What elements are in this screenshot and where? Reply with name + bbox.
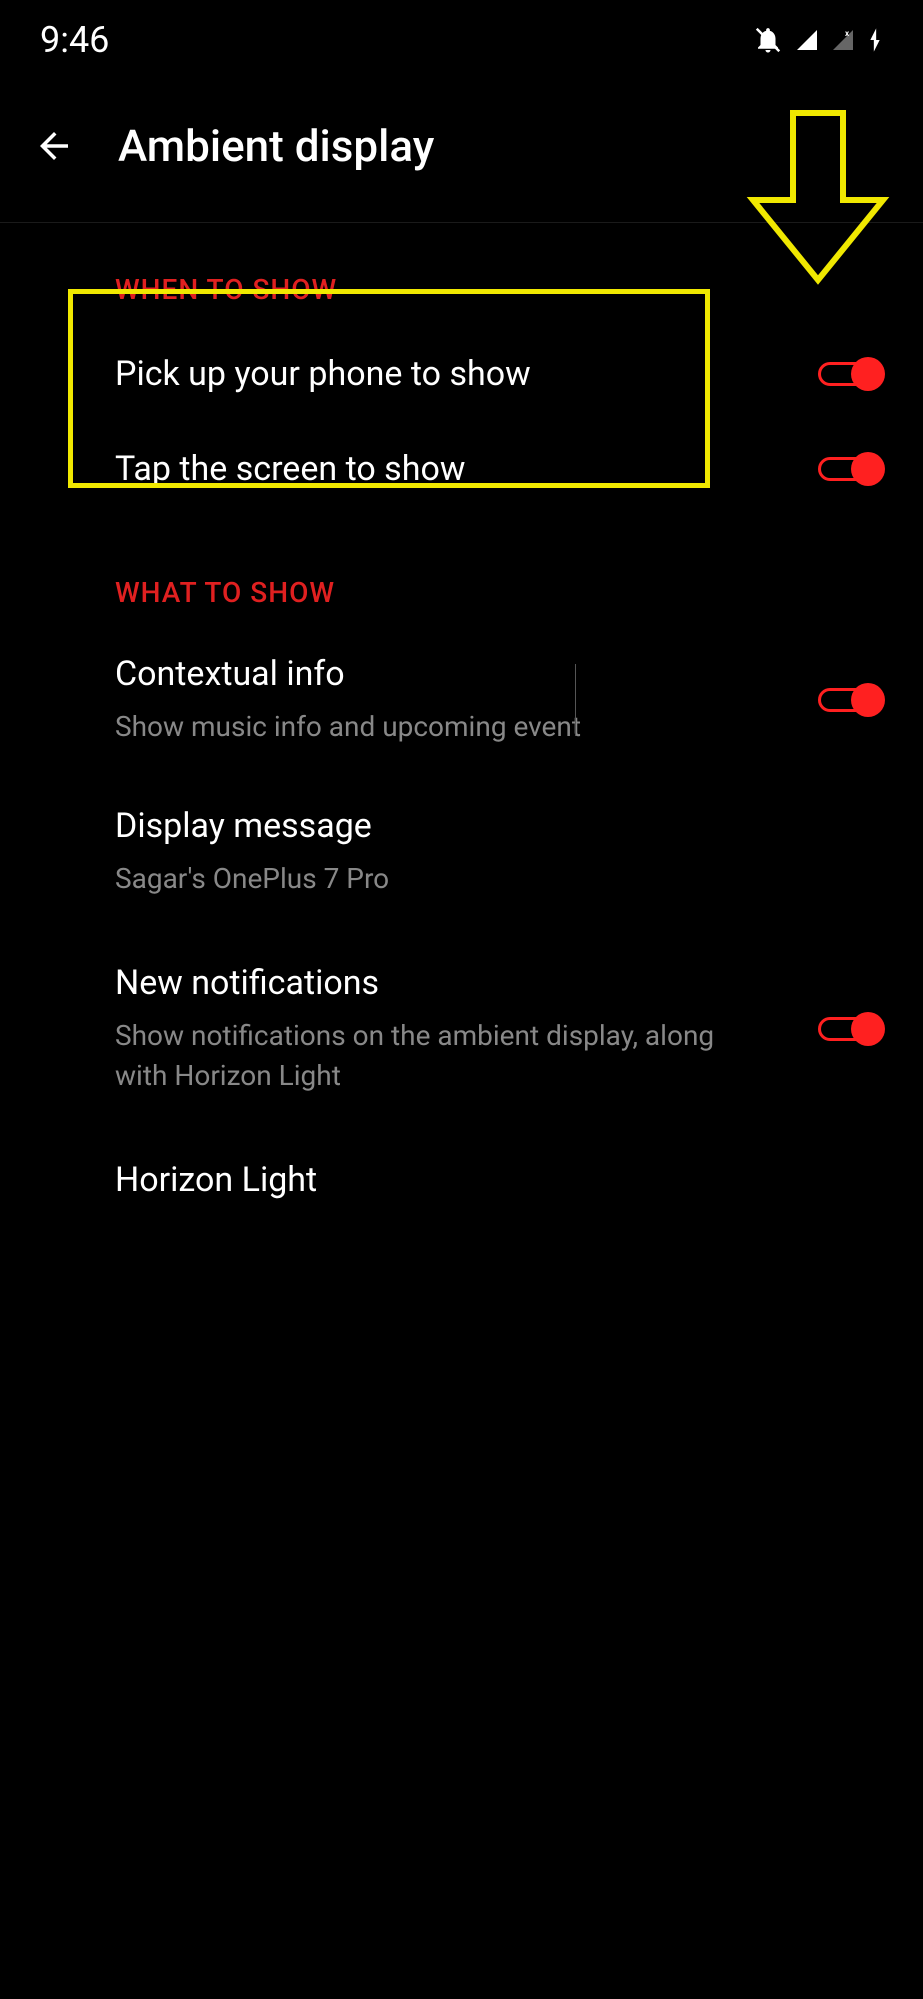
section-header-what: WHAT TO SHOW bbox=[0, 516, 923, 629]
toggle-pickup-phone[interactable] bbox=[818, 356, 883, 392]
status-icons: x bbox=[753, 25, 883, 55]
setting-subtitle: Show notifications on the ambient displa… bbox=[115, 1016, 758, 1094]
setting-title: Contextual info bbox=[115, 654, 818, 694]
toggle-contextual-info[interactable] bbox=[818, 682, 883, 718]
setting-title: Pick up your phone to show bbox=[115, 354, 818, 394]
setting-title: Tap the screen to show bbox=[115, 449, 818, 489]
setting-subtitle: Show music info and upcoming event bbox=[115, 707, 818, 746]
section-header-when: WHEN TO SHOW bbox=[0, 223, 923, 326]
signal-x-icon: x bbox=[831, 28, 855, 52]
setting-tap-screen[interactable]: Tap the screen to show bbox=[0, 421, 923, 516]
signal-icon bbox=[795, 28, 819, 52]
setting-horizon-light[interactable]: Horizon Light bbox=[0, 1120, 923, 1225]
back-button[interactable] bbox=[30, 122, 78, 170]
notifications-off-icon bbox=[753, 25, 783, 55]
setting-subtitle: Sagar's OnePlus 7 Pro bbox=[115, 859, 883, 898]
status-time: 9:46 bbox=[40, 19, 109, 61]
app-bar: Ambient display bbox=[0, 70, 923, 223]
toggle-tap-screen[interactable] bbox=[818, 451, 883, 487]
settings-content: WHEN TO SHOW Pick up your phone to show … bbox=[0, 223, 923, 1225]
page-title: Ambient display bbox=[118, 120, 434, 172]
divider bbox=[575, 664, 576, 736]
setting-contextual-info[interactable]: Contextual info Show music info and upco… bbox=[0, 629, 923, 771]
charging-icon bbox=[867, 26, 883, 54]
toggle-new-notifications[interactable] bbox=[818, 1011, 883, 1047]
setting-title: Horizon Light bbox=[115, 1160, 883, 1200]
setting-title: New notifications bbox=[115, 963, 758, 1003]
setting-title: Display message bbox=[115, 806, 883, 846]
setting-pickup-phone[interactable]: Pick up your phone to show bbox=[0, 326, 923, 421]
status-bar: 9:46 x bbox=[0, 0, 923, 70]
arrow-back-icon bbox=[33, 125, 75, 167]
setting-new-notifications[interactable]: New notifications Show notifications on … bbox=[0, 933, 923, 1119]
setting-display-message[interactable]: Display message Sagar's OnePlus 7 Pro bbox=[0, 771, 923, 933]
